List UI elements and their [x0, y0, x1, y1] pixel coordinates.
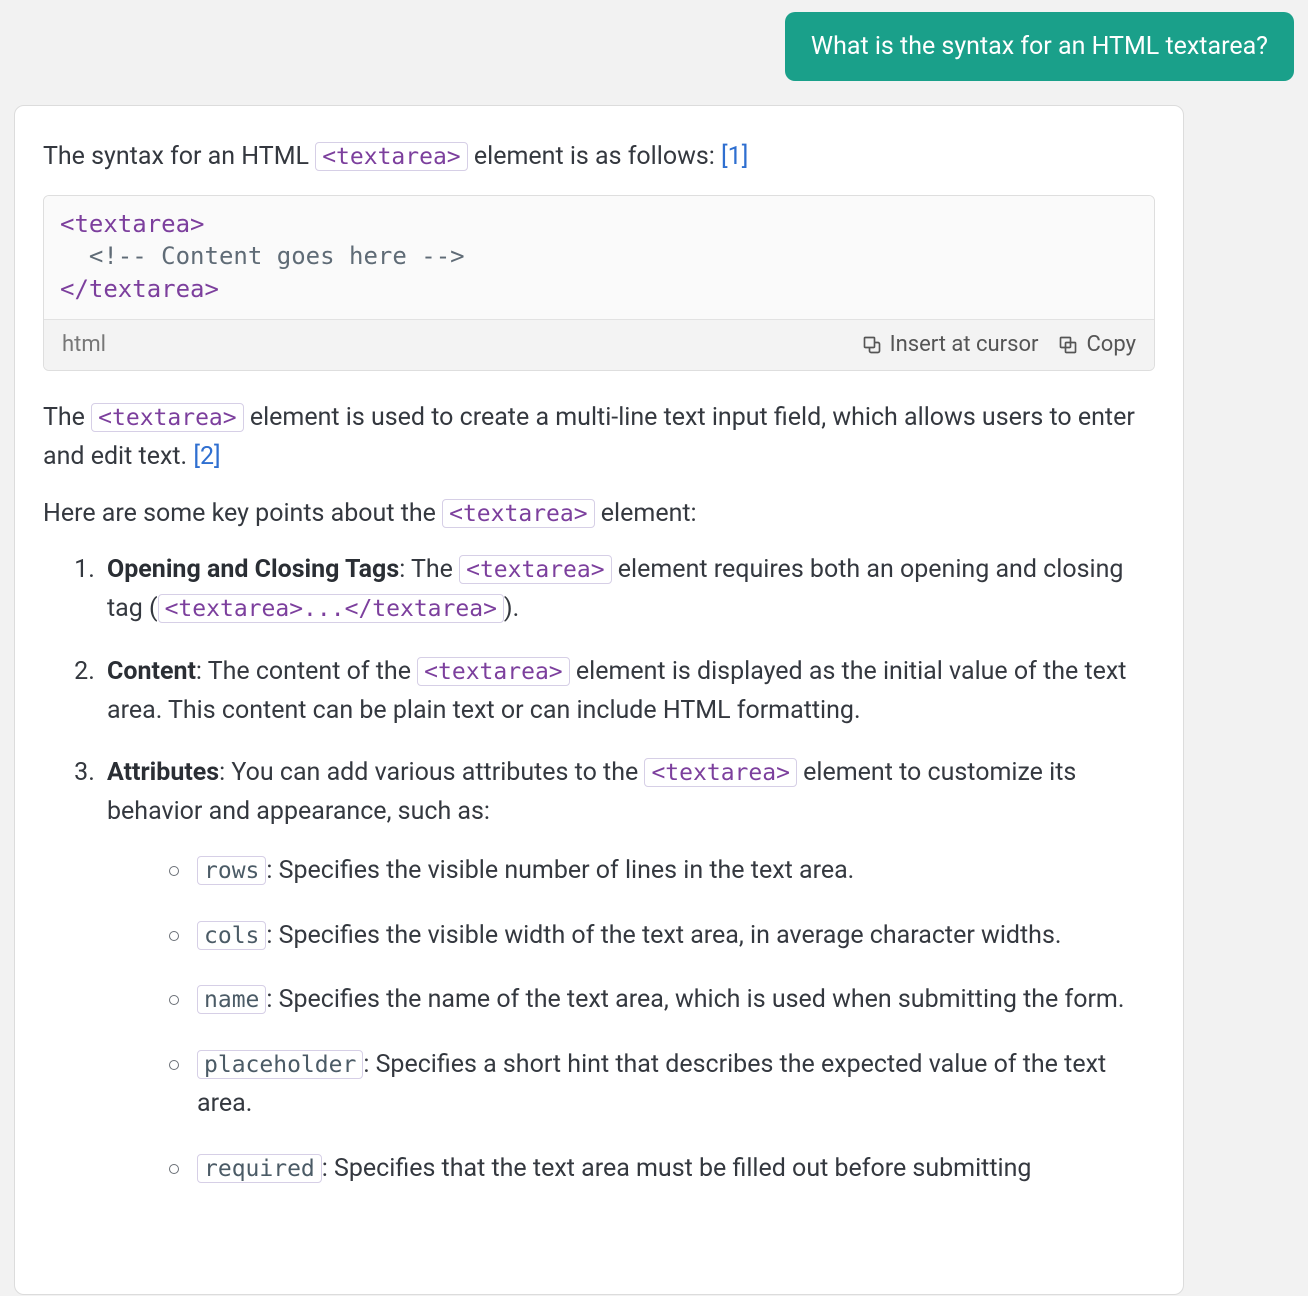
- keypoint-1: Opening and Closing Tags: The <textarea>…: [101, 551, 1155, 629]
- keypoints-prefix: Here are some key points about the: [43, 499, 442, 528]
- kp1-code1: <textarea>: [459, 555, 611, 584]
- copy-icon: [1058, 335, 1078, 355]
- copy-button[interactable]: Copy: [1058, 328, 1136, 362]
- attr-name: name: Specifies the name of the text are…: [169, 981, 1155, 1020]
- attr-required-name: required: [197, 1154, 322, 1183]
- kp2-title: Content: [107, 657, 196, 686]
- attr-cols: cols: Specifies the visible width of the…: [169, 917, 1155, 956]
- attributes-list: rows: Specifies the visible number of li…: [107, 852, 1155, 1189]
- user-message-row: What is the syntax for an HTML textarea?: [0, 12, 1308, 105]
- kp2-seg1: : The content of the: [196, 657, 417, 686]
- attr-placeholder: placeholder: Specifies a short hint that…: [169, 1046, 1155, 1124]
- insert-at-cursor-button[interactable]: Insert at cursor: [862, 328, 1039, 362]
- user-message: What is the syntax for an HTML textarea?: [785, 12, 1294, 81]
- kp1-title: Opening and Closing Tags: [107, 555, 399, 584]
- code-block: <textarea> <!-- Content goes here --> </…: [43, 195, 1155, 371]
- intro-suffix: element is as follows:: [474, 142, 721, 171]
- insert-label: Insert at cursor: [890, 328, 1039, 362]
- keypoint-3: Attributes: You can add various attribut…: [101, 754, 1155, 1188]
- attr-required: required: Specifies that the text area m…: [169, 1150, 1155, 1189]
- attr-rows: rows: Specifies the visible number of li…: [169, 852, 1155, 891]
- attr-rows-name: rows: [197, 856, 266, 885]
- attr-name-desc: : Specifies the name of the text area, w…: [266, 985, 1124, 1014]
- attr-cols-desc: : Specifies the visible width of the tex…: [266, 921, 1061, 950]
- code-block-content: <textarea> <!-- Content goes here --> </…: [44, 196, 1154, 319]
- code-lang-label: html: [62, 328, 106, 362]
- keypoint-2: Content: The content of the <textarea> e…: [101, 653, 1155, 731]
- kp1-seg1: : The: [399, 555, 459, 584]
- kp2-code1: <textarea>: [417, 657, 569, 686]
- kp3-code1: <textarea>: [644, 758, 796, 787]
- code-line-2: <!-- Content goes here -->: [89, 242, 465, 270]
- attr-placeholder-name: placeholder: [197, 1050, 363, 1079]
- user-message-text: What is the syntax for an HTML textarea?: [811, 32, 1268, 61]
- intro-paragraph: The syntax for an HTML <textarea> elemen…: [43, 138, 1155, 177]
- keypoints-suffix: element:: [601, 499, 697, 528]
- code-block-footer: html Insert at cursor Copy: [44, 319, 1154, 370]
- keypoints-intro: Here are some key points about the <text…: [43, 495, 1155, 534]
- citation-2[interactable]: [2]: [193, 442, 220, 471]
- chat-area: What is the syntax for an HTML textarea?…: [0, 0, 1308, 1296]
- attr-rows-desc: : Specifies the visible number of lines …: [266, 856, 854, 885]
- insert-icon: [862, 335, 882, 355]
- desc-paragraph: The <textarea> element is used to create…: [43, 399, 1155, 477]
- code-line-1: <textarea>: [60, 210, 205, 238]
- attr-name-name: name: [197, 985, 266, 1014]
- intro-code: <textarea>: [315, 142, 467, 171]
- keypoints-list: Opening and Closing Tags: The <textarea>…: [43, 551, 1155, 1188]
- citation-1[interactable]: [1]: [721, 142, 748, 171]
- intro-prefix: The syntax for an HTML: [43, 142, 315, 171]
- copy-label: Copy: [1086, 328, 1136, 362]
- keypoints-code: <textarea>: [442, 499, 594, 528]
- kp3-title: Attributes: [107, 758, 219, 787]
- assistant-message: The syntax for an HTML <textarea> elemen…: [14, 105, 1184, 1295]
- kp1-seg3: ).: [504, 594, 519, 623]
- attr-cols-name: cols: [197, 921, 266, 950]
- attr-required-desc: : Specifies that the text area must be f…: [322, 1154, 1032, 1183]
- desc-code: <textarea>: [91, 403, 243, 432]
- desc-prefix: The: [43, 403, 91, 432]
- kp1-code2: <textarea>...</textarea>: [158, 594, 504, 623]
- code-line-3: </textarea>: [60, 275, 219, 303]
- kp3-seg1: : You can add various attributes to the: [219, 758, 644, 787]
